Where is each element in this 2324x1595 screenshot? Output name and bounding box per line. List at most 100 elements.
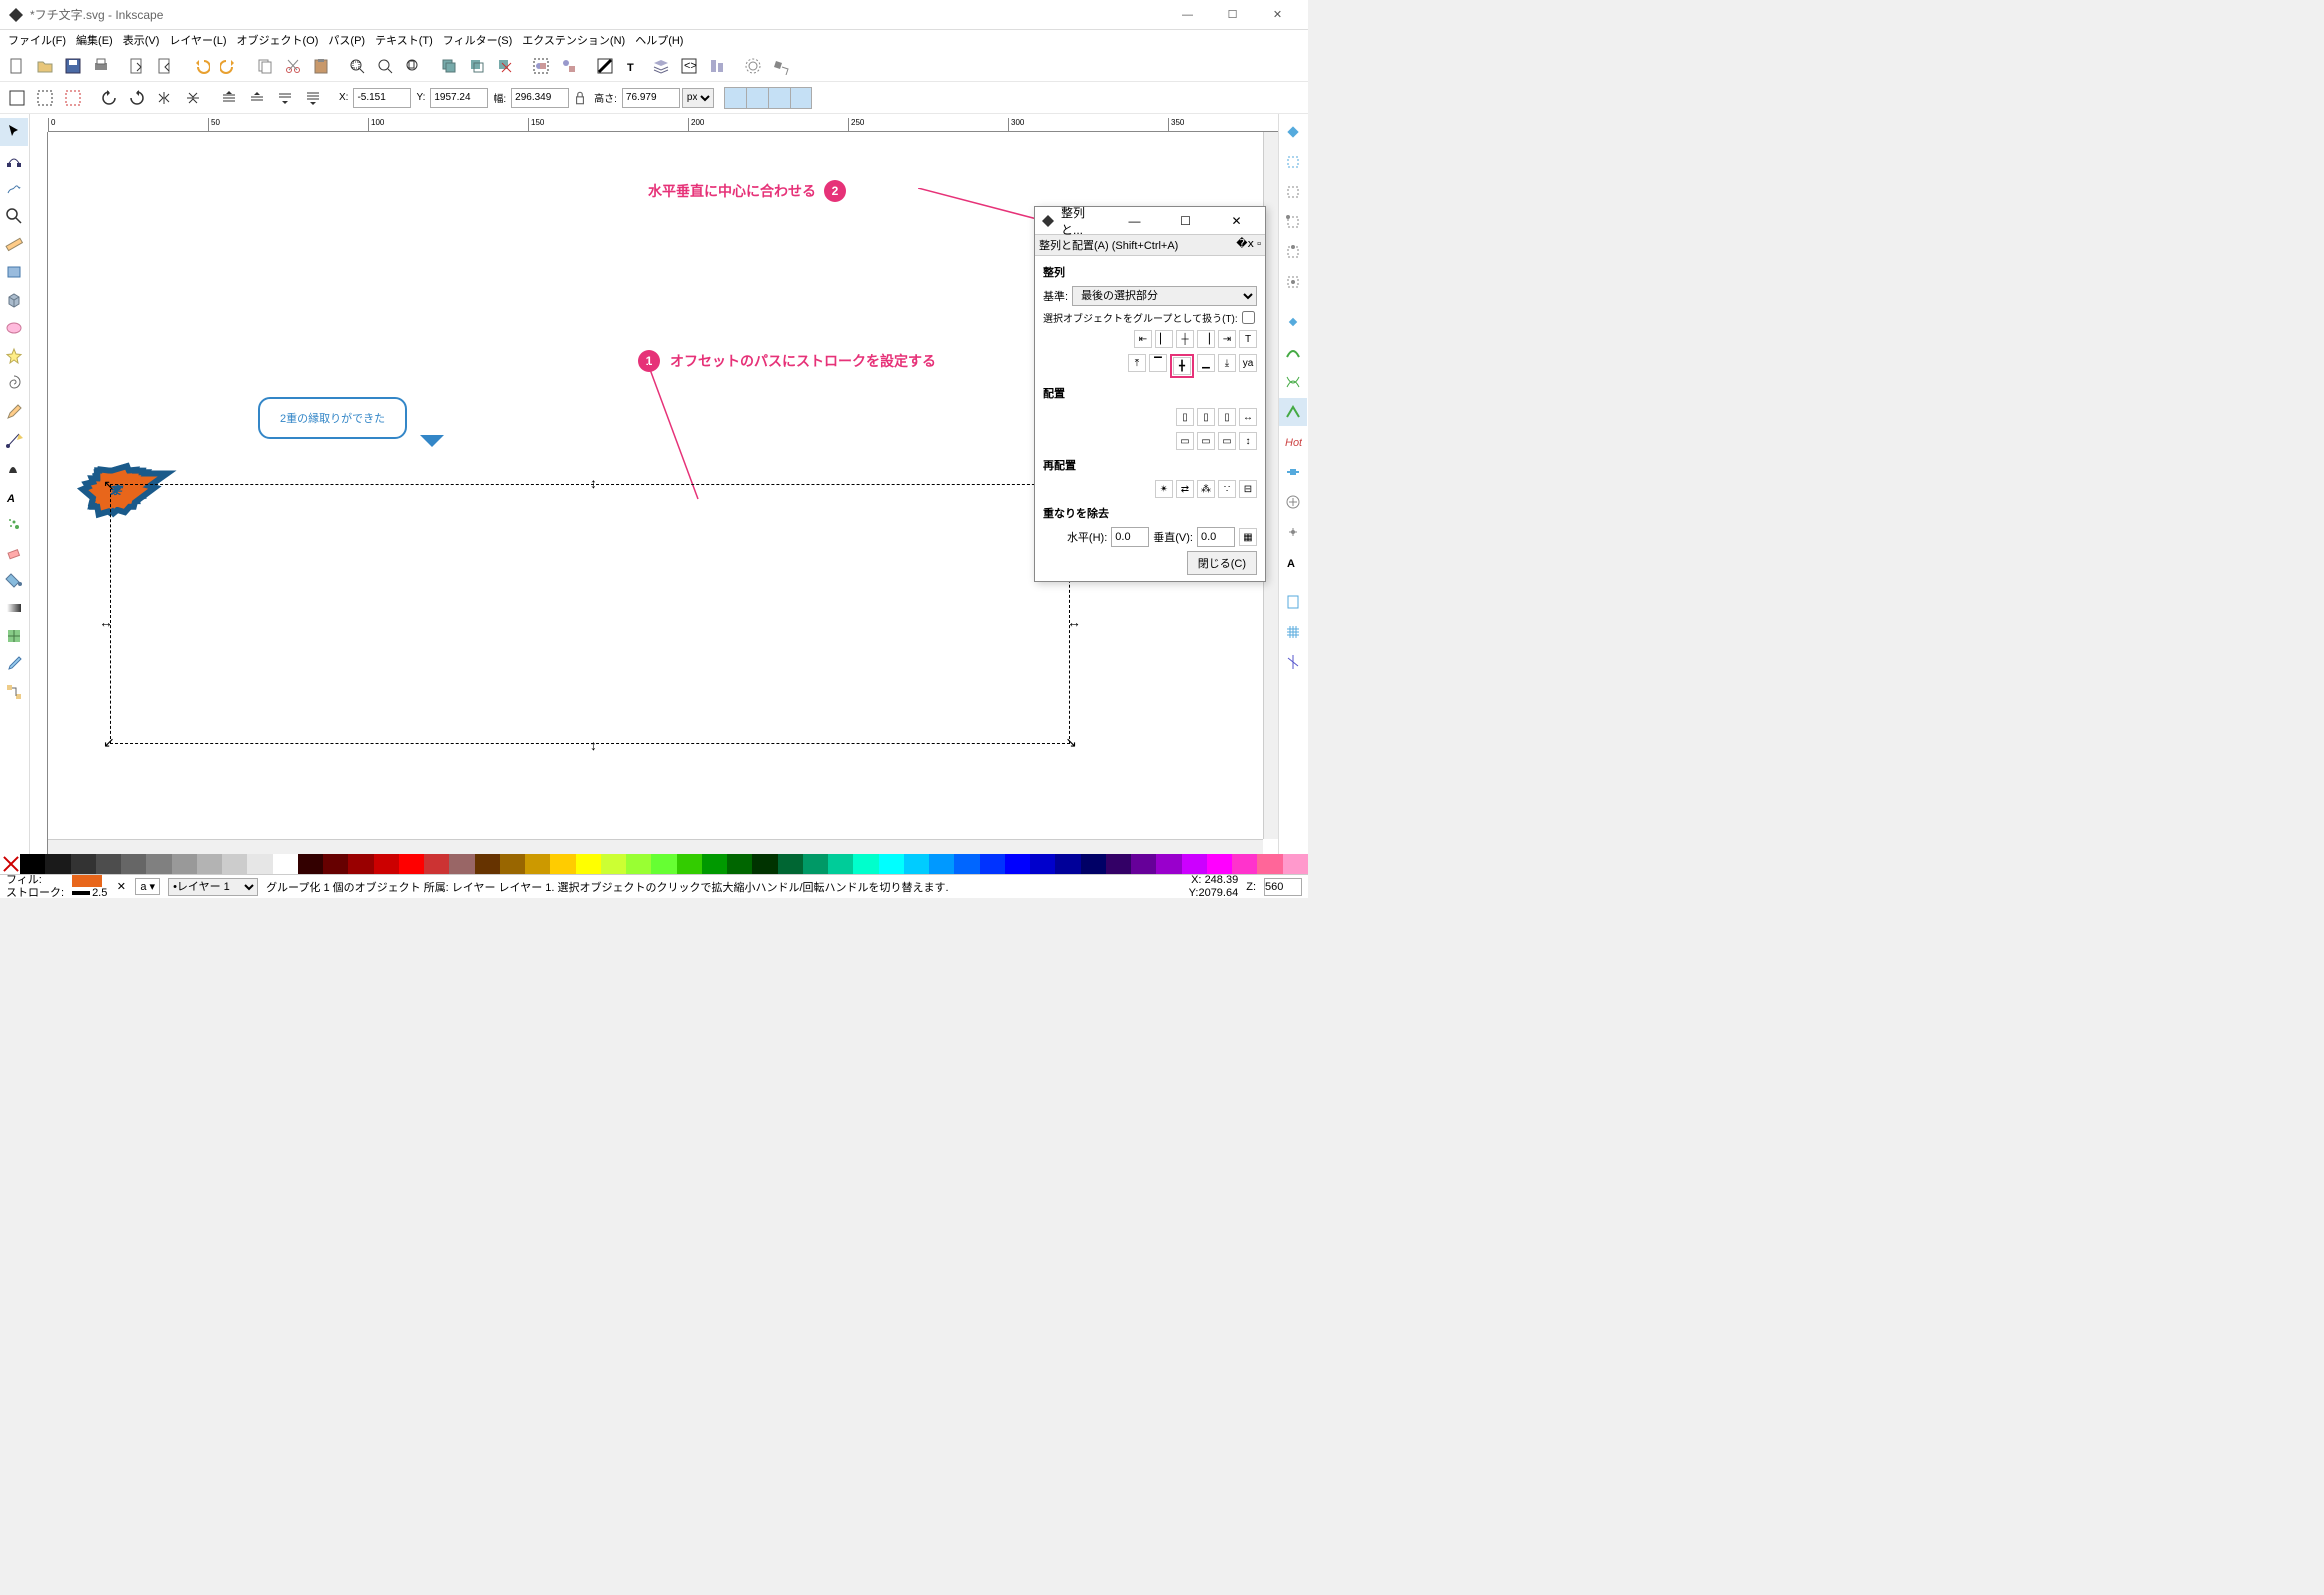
copy-button[interactable] [252,53,278,79]
snap-bbox-corner[interactable] [1279,208,1307,236]
ellipse-tool[interactable] [0,314,28,342]
raise-button[interactable] [244,85,270,111]
align-text[interactable]: T [1239,330,1257,348]
palette-swatch[interactable] [1106,854,1131,874]
snap-node[interactable] [1279,308,1307,336]
palette-swatch[interactable] [752,854,777,874]
palette-swatch[interactable] [399,854,424,874]
palette-swatch[interactable] [1257,854,1282,874]
dialog-close-button[interactable]: 閉じる(C) [1187,551,1257,575]
fill-stroke-button[interactable] [592,53,618,79]
palette-swatch[interactable] [20,854,45,874]
snap-text[interactable]: A [1279,548,1307,576]
rotate-ccw-button[interactable] [96,85,122,111]
deselect-button[interactable] [60,85,86,111]
zoom-draw-button[interactable] [372,53,398,79]
spiral-tool[interactable] [0,370,28,398]
clone-button[interactable] [464,53,490,79]
palette-swatch[interactable] [500,854,525,874]
palette-swatch[interactable] [374,854,399,874]
palette-swatch[interactable] [1005,854,1030,874]
select-all-button[interactable] [4,85,30,111]
dist-top[interactable]: ▭ [1176,432,1194,450]
flip-h-button[interactable] [152,85,178,111]
unlink-clone-button[interactable] [492,53,518,79]
palette-swatch[interactable] [954,854,979,874]
3dbox-tool[interactable] [0,286,28,314]
stroke-swatch[interactable] [72,891,90,895]
prefs-button[interactable] [740,53,766,79]
palette-swatch[interactable] [1131,854,1156,874]
menu-help[interactable]: ヘルプ(H) [631,30,687,50]
palette-swatch[interactable] [71,854,96,874]
flip-v-button[interactable] [180,85,206,111]
palette-swatch[interactable] [651,854,676,874]
node-tool[interactable] [0,146,28,174]
snap-intersect[interactable] [1279,368,1307,396]
pencil-tool[interactable] [0,398,28,426]
lock-ratio-button[interactable] [571,85,589,111]
palette-swatch[interactable] [298,854,323,874]
dist-vgap[interactable]: ↕ [1239,432,1257,450]
snap-bbox-edge[interactable] [1279,178,1307,206]
close-button[interactable]: ✕ [1255,0,1300,30]
layers-button[interactable] [648,53,674,79]
palette-swatch[interactable] [601,854,626,874]
snap-bbox[interactable] [1279,148,1307,176]
palette-swatch[interactable] [475,854,500,874]
palette-swatch[interactable] [273,854,298,874]
palette-swatch[interactable] [778,854,803,874]
dist-hgap[interactable]: ↔ [1239,408,1257,426]
palette-swatch[interactable] [853,854,878,874]
palette-swatch[interactable] [550,854,575,874]
dist-left[interactable]: ▯ [1176,408,1194,426]
lock-stroke-button[interactable] [724,87,746,109]
snap-cusp[interactable] [1279,398,1307,426]
base-select[interactable]: 最後の選択部分 [1072,286,1257,306]
menu-text[interactable]: テキスト(T) [371,30,437,50]
lock-pattern-button[interactable] [790,87,812,109]
palette-swatch[interactable] [121,854,146,874]
connector-tool[interactable] [0,678,28,706]
export-button[interactable] [152,53,178,79]
zoom-tool[interactable] [0,202,28,230]
measure-tool[interactable] [0,230,28,258]
align-top-out[interactable]: ⤒ [1128,354,1146,372]
maximize-button[interactable]: ☐ [1210,0,1255,30]
cut-button[interactable] [280,53,306,79]
palette-swatch[interactable] [677,854,702,874]
menu-object[interactable]: オブジェクト(O) [233,30,323,50]
palette-swatch[interactable] [702,854,727,874]
palette-swatch[interactable] [323,854,348,874]
palette-swatch[interactable] [1182,854,1207,874]
layer-select[interactable]: •レイヤー 1 [168,878,258,896]
palette-swatch[interactable] [1156,854,1181,874]
dialog-minimize[interactable]: — [1112,214,1157,228]
snap-grid[interactable] [1279,618,1307,646]
align-left[interactable]: ▏ [1155,330,1173,348]
palette-swatch[interactable] [222,854,247,874]
palette-swatch[interactable] [146,854,171,874]
print-button[interactable] [88,53,114,79]
menu-extension[interactable]: エクステンション(N) [518,30,629,50]
duplicate-button[interactable] [436,53,462,79]
palette-swatch[interactable] [1283,854,1308,874]
group-button[interactable] [528,53,554,79]
bucket-tool[interactable] [0,566,28,594]
mesh-tool[interactable] [0,622,28,650]
zoom-input[interactable] [1264,878,1302,896]
menu-file[interactable]: ファイル(F) [4,30,70,50]
palette-swatch[interactable] [576,854,601,874]
horizontal-scrollbar[interactable] [48,839,1263,854]
palette-swatch[interactable] [904,854,929,874]
align-bottom[interactable]: ▁ [1197,354,1215,372]
dropper-tool[interactable] [0,650,28,678]
snap-path[interactable] [1279,338,1307,366]
palette-swatch[interactable] [424,854,449,874]
palette-swatch[interactable] [172,854,197,874]
y-input[interactable] [430,88,488,108]
palette-swatch[interactable] [1207,854,1232,874]
doc-prefs-button[interactable] [768,53,794,79]
lower-bottom-button[interactable] [300,85,326,111]
dialog-close[interactable]: ✕ [1214,214,1259,228]
